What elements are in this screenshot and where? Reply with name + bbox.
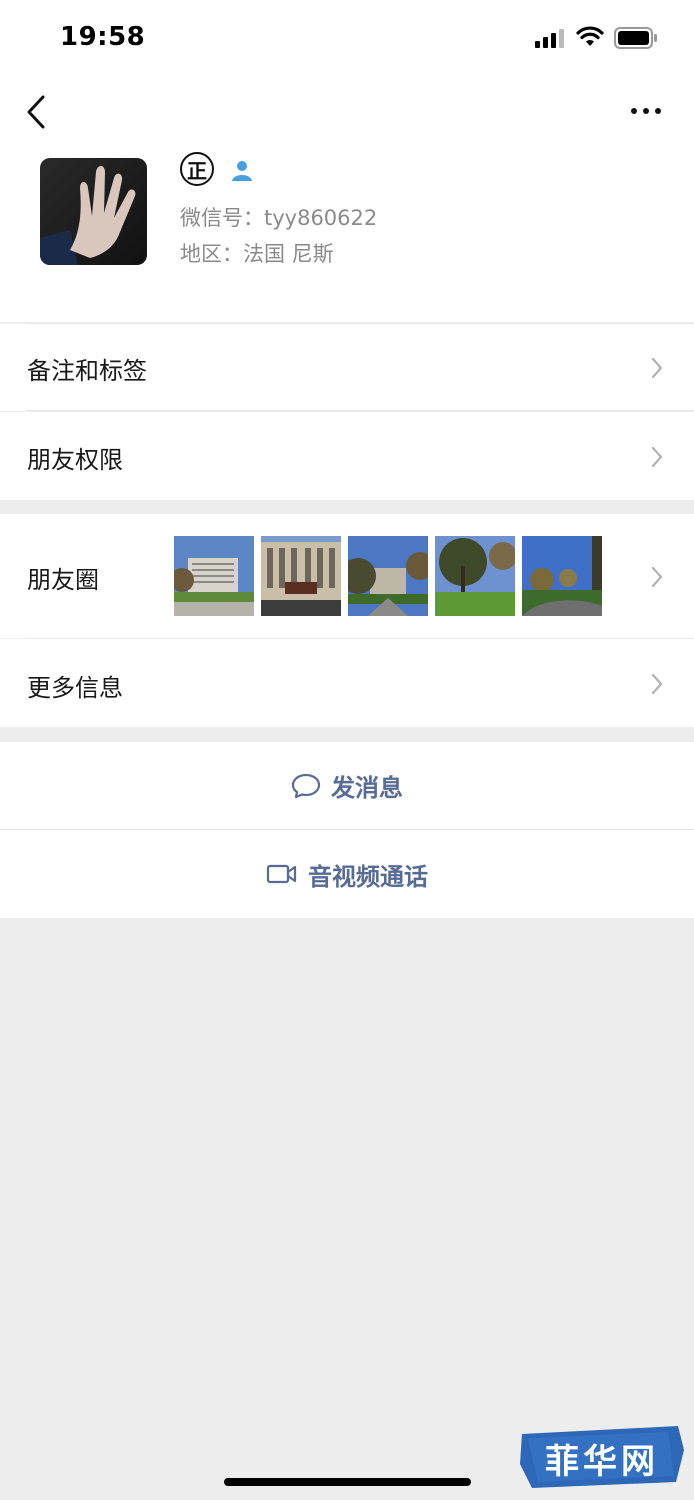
moments-photo [435,536,515,616]
row-remark-tags-label: 备注和标签 [27,357,147,385]
moments-photo [348,536,428,616]
video-camera-icon [266,864,297,884]
moments-photo [261,536,341,616]
cellular-signal-icon [535,29,564,48]
status-bar: 19:58 [0,0,694,76]
name-badge: 正 [180,152,214,186]
friend-person-icon [232,161,252,181]
wifi-icon [576,26,604,46]
send-message-button[interactable]: 发消息 [0,742,694,830]
row-friend-permissions[interactable]: 朋友权限 [0,412,694,500]
nav-bar [0,76,694,146]
moments-photo [174,536,254,616]
chat-bubble-icon [291,773,321,798]
more-options-icon[interactable] [628,96,664,126]
row-moments-label: 朋友圈 [27,566,99,594]
region: 地区：法国 尼斯 [180,242,334,266]
battery-icon [614,27,657,49]
chevron-right-icon [651,357,663,379]
status-time: 19:58 [60,22,146,52]
watermark-text: 菲华网 [545,1442,659,1482]
video-call-button[interactable]: 音视频通话 [0,830,694,918]
avatar-hand-photo [40,158,147,265]
wechat-id: 微信号：tyy860622 [180,206,378,230]
chevron-right-icon [651,446,663,468]
send-message-label: 发消息 [331,774,403,802]
profile-header: 正 微信号：tyy860622 地区：法国 尼斯 [0,146,694,324]
home-indicator[interactable] [224,1478,471,1486]
watermark-logo: 菲华网 [518,1420,686,1490]
row-more-info[interactable]: 更多信息 [0,639,694,727]
moments-photo-strip [174,536,602,616]
row-more-info-label: 更多信息 [27,674,123,702]
row-moments[interactable]: 朋友圈 [0,514,694,639]
avatar[interactable] [40,158,147,265]
video-call-label: 音视频通话 [308,862,428,891]
chevron-right-icon [651,566,663,588]
back-chevron-icon[interactable] [24,94,50,130]
moments-photo [522,536,602,616]
row-friend-permissions-label: 朋友权限 [27,446,123,474]
chevron-right-icon [651,673,663,695]
divider [27,410,694,411]
row-remark-tags[interactable]: 备注和标签 [0,324,694,411]
